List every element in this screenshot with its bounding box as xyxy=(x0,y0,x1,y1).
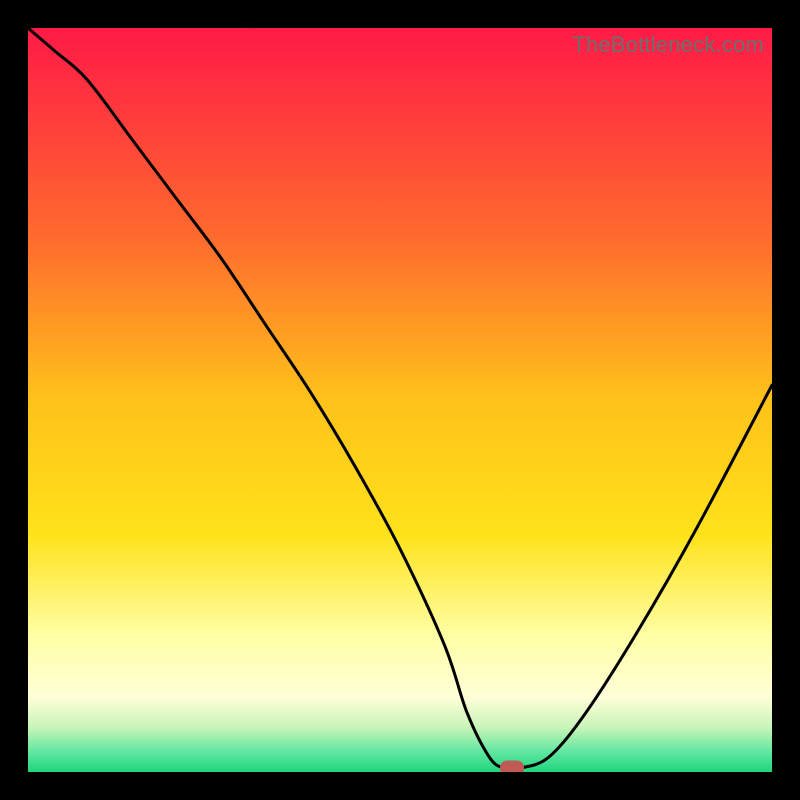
chart-frame: TheBottleneck.com xyxy=(0,0,800,800)
watermark-text: TheBottleneck.com xyxy=(572,32,764,58)
background-gradient xyxy=(28,28,772,772)
plot-area: TheBottleneck.com xyxy=(28,28,772,772)
